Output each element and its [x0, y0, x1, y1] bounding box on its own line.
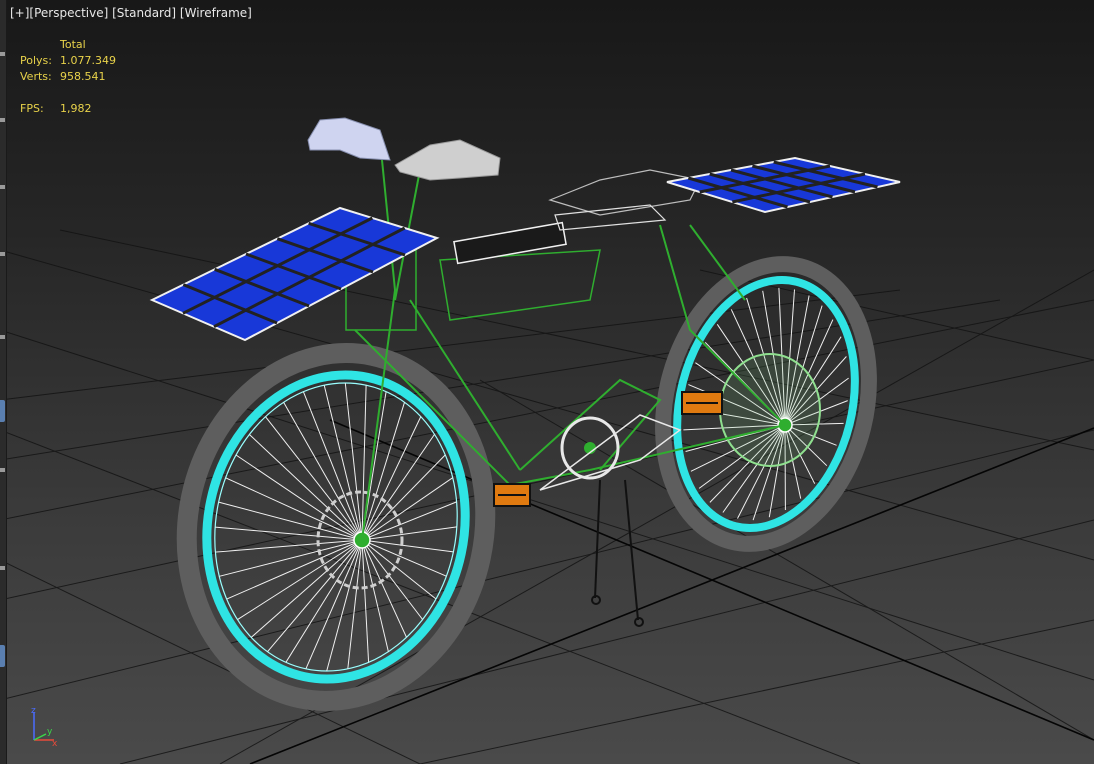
edge-marker — [0, 185, 5, 189]
rear-wheel[interactable] — [635, 242, 898, 566]
viewport-menu-plus[interactable]: [+] — [10, 6, 29, 20]
edge-marker — [0, 468, 5, 472]
polys-label: Polys: — [20, 54, 52, 67]
viewport-label-bar: [+][Perspective] [Standard] [Wireframe] — [10, 6, 252, 20]
edge-marker — [0, 335, 5, 339]
verts-label: Verts: — [20, 70, 52, 83]
fps-label: FPS: — [20, 102, 44, 115]
edge-marker — [0, 52, 5, 56]
edge-marker — [0, 252, 5, 256]
viewport-menu-standard[interactable]: [Standard] — [112, 6, 176, 20]
scene-canvas[interactable] — [0, 0, 1094, 764]
left-pedal — [493, 483, 531, 507]
right-handlebar-grip — [394, 139, 501, 181]
edge-tab[interactable] — [0, 400, 5, 422]
bike-frame[interactable] — [345, 139, 786, 541]
gizmo-y-label: y — [47, 727, 53, 737]
edge-marker — [0, 118, 5, 122]
stats-overlay: Total Polys: 1.077.349 Verts: 958.541 FPS:… — [20, 37, 116, 117]
right-pedal — [681, 391, 723, 415]
axis-gizmo-icon: z x y — [31, 706, 58, 748]
gizmo-x-label: x — [52, 739, 58, 748]
ground-grid — [0, 229, 1094, 764]
left-toolbar-edge — [0, 0, 7, 764]
rear-solar-panel — [666, 156, 901, 214]
edge-marker — [0, 566, 5, 570]
polys-value: 1.077.349 — [60, 54, 116, 67]
edge-tab[interactable] — [0, 645, 5, 667]
fps-value: 1,982 — [60, 102, 92, 115]
stats-header: Total — [60, 38, 86, 51]
left-handlebar-grip — [307, 117, 391, 161]
verts-value: 958.541 — [60, 70, 106, 83]
kickstand — [591, 479, 644, 627]
gizmo-z-label: z — [31, 706, 36, 716]
viewport-menu-wireframe[interactable]: [Wireframe] — [180, 6, 252, 20]
saddle — [548, 169, 701, 231]
viewport-perspective[interactable]: [+][Perspective] [Standard] [Wireframe] … — [0, 0, 1094, 764]
viewport-menu-perspective[interactable]: [Perspective] — [29, 6, 108, 20]
battery-rail — [453, 221, 567, 265]
